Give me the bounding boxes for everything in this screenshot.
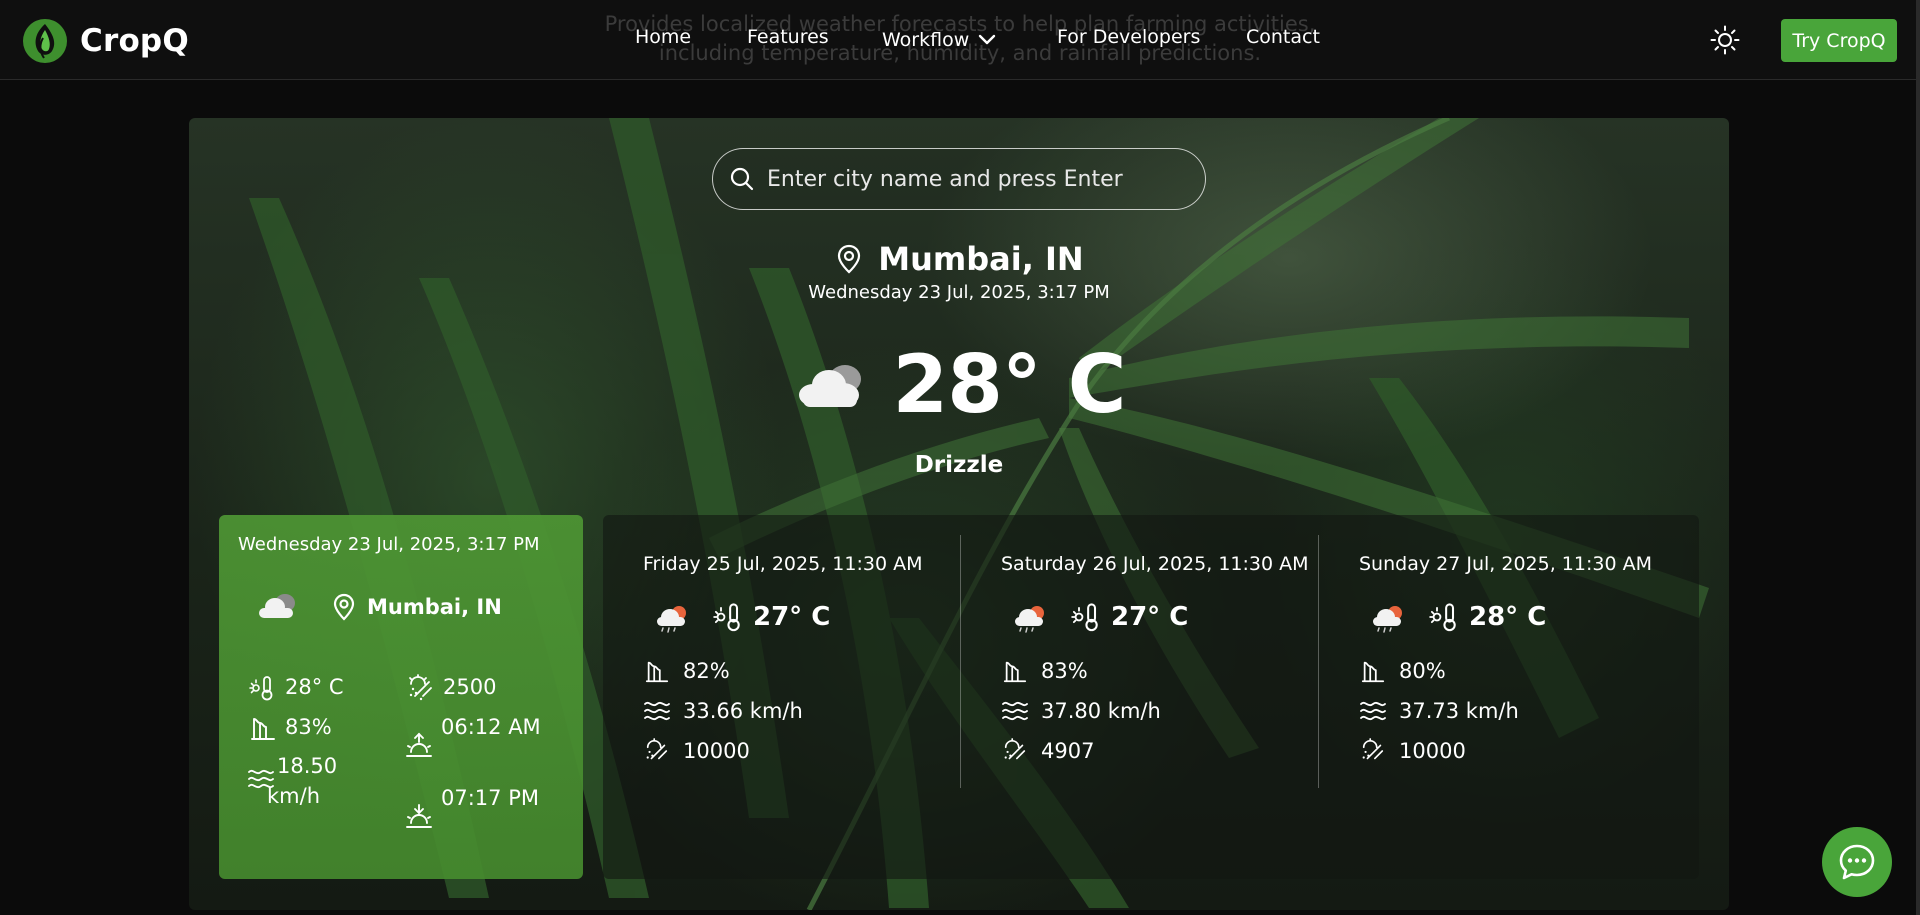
cloud-icon bbox=[798, 364, 861, 407]
card-sunrise-value: 06:12 AM bbox=[441, 715, 541, 739]
forecast-humidity: 82% bbox=[643, 658, 730, 684]
forecast-wind-value: 37.80 km/h bbox=[1041, 699, 1161, 723]
forecast-humidity-value: 82% bbox=[683, 659, 730, 683]
cloud-sun-rain-icon bbox=[1373, 606, 1402, 633]
weather-hero: Mumbai, IN Wednesday 23 Jul, 2025, 3:17 … bbox=[189, 118, 1729, 910]
thermometer-sun-icon bbox=[1071, 603, 1098, 632]
humidity-icon bbox=[1003, 661, 1027, 683]
card-city-name: Mumbai, IN bbox=[367, 595, 502, 619]
location-heading: Mumbai, IN bbox=[189, 240, 1729, 278]
forecast-wind-value: 33.66 km/h bbox=[683, 699, 803, 723]
thermometer-sun-icon bbox=[1429, 603, 1456, 632]
forecast-visibility: 10000 bbox=[1359, 738, 1466, 764]
current-condition: Drizzle bbox=[914, 452, 1004, 478]
forecast-visibility-value: 4907 bbox=[1041, 739, 1095, 763]
forecast-datetime: Saturday 26 Jul, 2025, 11:30 AM bbox=[1001, 553, 1309, 575]
sun-icon[interactable] bbox=[1710, 25, 1740, 55]
card-visibility-stat: 2500 bbox=[407, 672, 496, 702]
forecast-datetime: Sunday 27 Jul, 2025, 11:30 AM bbox=[1359, 553, 1652, 575]
forecast-wind: 33.66 km/h bbox=[643, 698, 803, 724]
chat-bubble-icon bbox=[1839, 844, 1875, 880]
card-datetime: Wednesday 23 Jul, 2025, 3:17 PM bbox=[238, 534, 540, 555]
forecast-humidity-value: 80% bbox=[1399, 659, 1446, 683]
card-humidity-value: 83% bbox=[285, 715, 332, 739]
current-temperature-row: 28° C bbox=[189, 338, 1729, 431]
card-sunset-stat: 07:17 PM bbox=[405, 783, 561, 831]
sun-shower-icon bbox=[646, 738, 668, 760]
card-humidity-stat: 83% bbox=[249, 712, 332, 742]
cloud-icon bbox=[259, 594, 295, 618]
card-wind-unit: km/h bbox=[267, 784, 321, 808]
city-search-box[interactable] bbox=[712, 148, 1206, 210]
humidity-icon bbox=[1361, 661, 1385, 683]
card-visibility-value: 2500 bbox=[443, 675, 497, 699]
forecast-wind: 37.73 km/h bbox=[1359, 698, 1519, 724]
wind-waves-icon bbox=[644, 701, 670, 721]
nav-developers-link[interactable]: For Developers bbox=[1057, 26, 1200, 48]
forecast-temperature: 27° C bbox=[753, 602, 831, 632]
thermometer-sun-icon bbox=[249, 676, 273, 701]
forecast-day-card: Saturday 26 Jul, 2025, 11:30 AM 27° C 83… bbox=[961, 515, 1319, 879]
card-wind-number: 18.50 bbox=[277, 754, 338, 778]
sun-shower-icon bbox=[1362, 738, 1384, 760]
search-icon bbox=[730, 167, 754, 191]
forecast-humidity: 80% bbox=[1359, 658, 1446, 684]
current-datetime: Wednesday 23 Jul, 2025, 3:17 PM bbox=[808, 282, 1110, 303]
card-wind-stat: 18.50 km/h bbox=[247, 751, 343, 811]
page-scrollbar[interactable] bbox=[1916, 0, 1920, 915]
forecast-temperature: 27° C bbox=[1111, 602, 1189, 632]
nav-workflow-label: Workflow bbox=[882, 29, 970, 51]
forecast-visibility: 4907 bbox=[1001, 738, 1094, 764]
forecast-visibility: 10000 bbox=[643, 738, 750, 764]
cloud-sun-rain-icon bbox=[657, 606, 686, 633]
card-sunset-value: 07:17 PM bbox=[441, 786, 539, 810]
current-temperature: 28° C bbox=[892, 338, 1127, 431]
wind-waves-icon bbox=[1360, 701, 1386, 721]
map-pin-icon bbox=[333, 593, 355, 621]
forecast-visibility-value: 10000 bbox=[1399, 739, 1466, 763]
forecast-wind: 37.80 km/h bbox=[1001, 698, 1161, 724]
card-temperature-stat: 28° C bbox=[249, 672, 344, 702]
nav-features-link[interactable]: Features bbox=[747, 26, 829, 48]
wind-waves-icon bbox=[1002, 701, 1028, 721]
sunrise-icon bbox=[406, 732, 432, 757]
forecast-wind-value: 37.73 km/h bbox=[1399, 699, 1519, 723]
card-temperature-value: 28° C bbox=[285, 675, 344, 699]
sunset-icon bbox=[406, 804, 432, 828]
current-weather-card: Wednesday 23 Jul, 2025, 3:17 PM Mumbai, … bbox=[219, 515, 583, 879]
forecast-datetime: Friday 25 Jul, 2025, 11:30 AM bbox=[643, 553, 923, 575]
forecast-humidity-value: 83% bbox=[1041, 659, 1088, 683]
forecast-day-card: Sunday 27 Jul, 2025, 11:30 AM 28° C 80% bbox=[1319, 515, 1677, 879]
city-name: Mumbai, IN bbox=[878, 240, 1084, 278]
chevron-down-icon bbox=[979, 34, 996, 45]
nav-home-link[interactable]: Home bbox=[635, 26, 691, 48]
humidity-icon bbox=[251, 718, 275, 740]
thermometer-sun-icon bbox=[713, 603, 740, 632]
sun-shower-icon bbox=[1004, 738, 1026, 760]
forecast-temperature: 28° C bbox=[1469, 602, 1547, 632]
nav-links: Home Features Workflow For Developers Co… bbox=[0, 24, 1920, 54]
city-search-input[interactable] bbox=[767, 166, 1187, 192]
humidity-icon bbox=[645, 661, 669, 683]
forecast-day-card: Friday 25 Jul, 2025, 11:30 AM 27° C 82% bbox=[603, 515, 961, 879]
chat-button[interactable] bbox=[1822, 827, 1892, 897]
card-wind-value: 18.50 km/h bbox=[267, 751, 338, 811]
sun-shower-icon bbox=[409, 674, 432, 701]
try-cropq-button[interactable]: Try CropQ bbox=[1781, 19, 1897, 62]
card-sunrise-stat: 06:12 AM bbox=[405, 712, 561, 760]
forecast-panel: Friday 25 Jul, 2025, 11:30 AM 27° C 82% bbox=[603, 515, 1699, 879]
forecast-visibility-value: 10000 bbox=[683, 739, 750, 763]
map-pin-icon bbox=[838, 244, 861, 274]
nav-workflow-dropdown[interactable]: Workflow bbox=[882, 29, 997, 51]
nav-contact-link[interactable]: Contact bbox=[1246, 26, 1320, 48]
cloud-sun-rain-icon bbox=[1015, 606, 1044, 633]
top-navbar: Provides localized weather forecasts to … bbox=[0, 0, 1920, 80]
forecast-humidity: 83% bbox=[1001, 658, 1088, 684]
